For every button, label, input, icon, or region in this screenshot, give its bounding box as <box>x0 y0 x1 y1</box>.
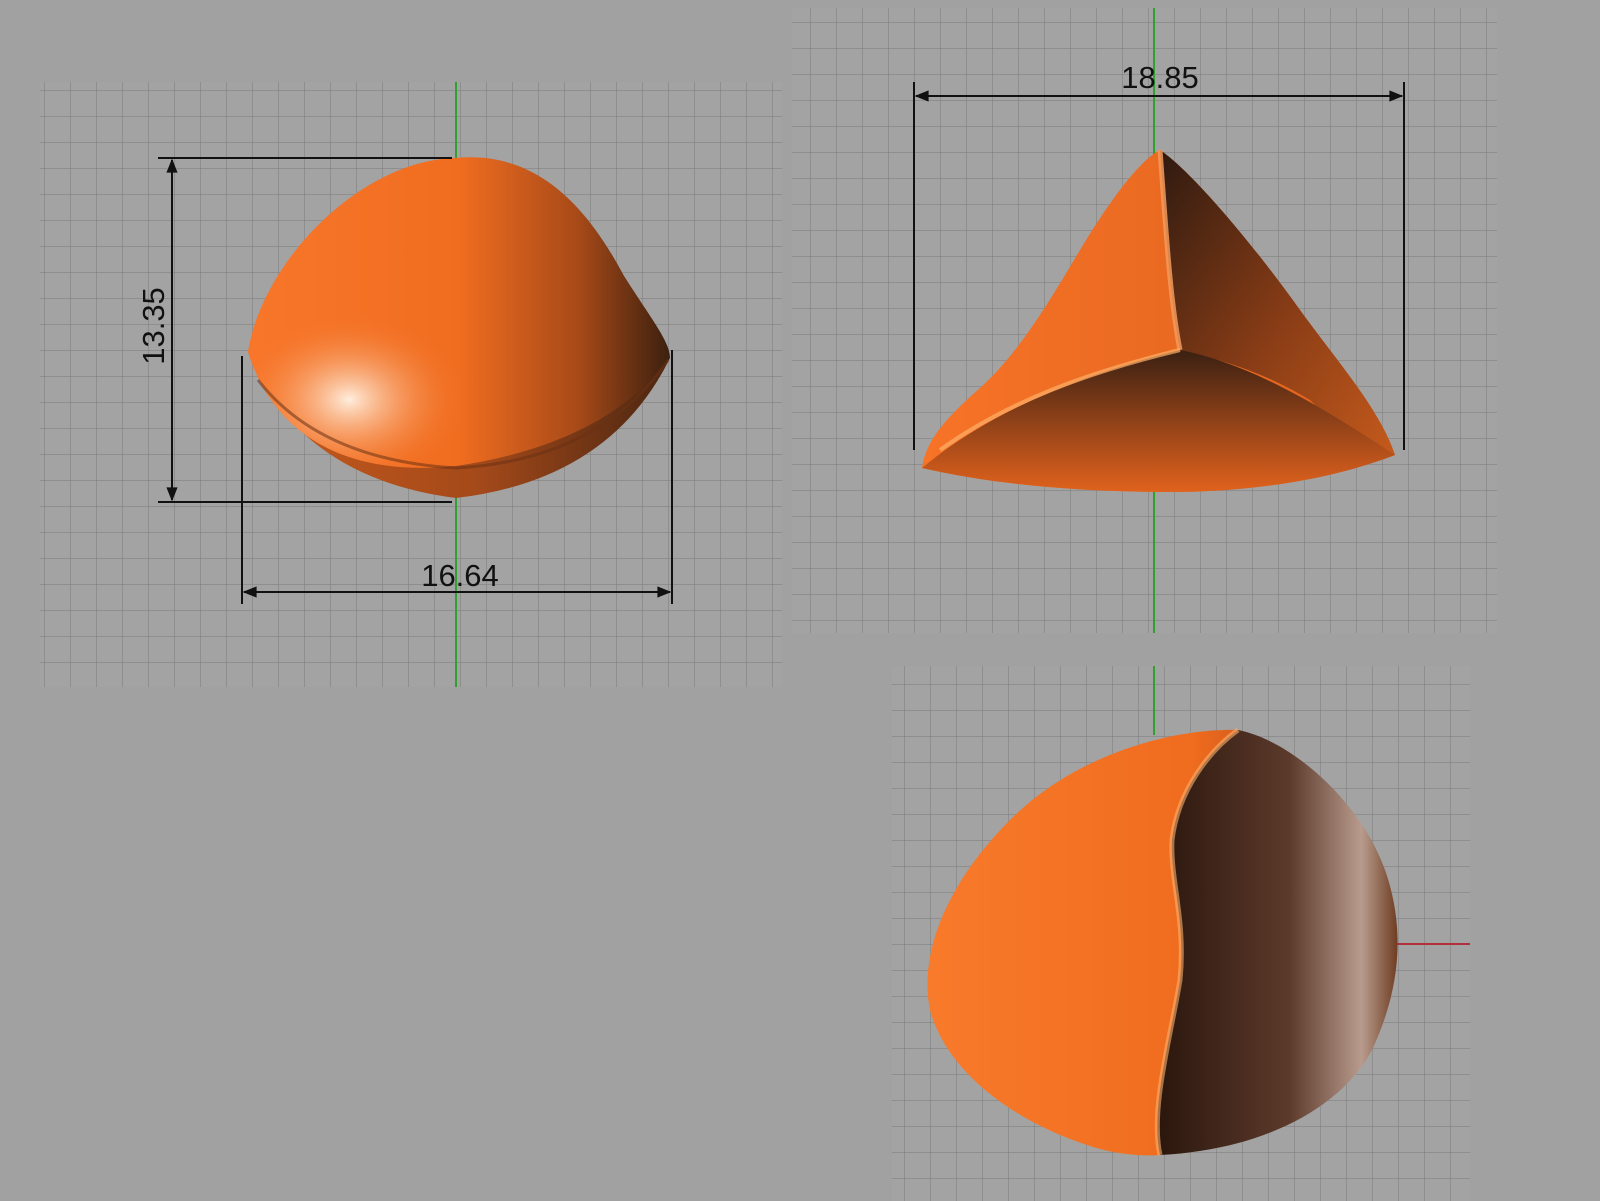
model-right-view <box>927 727 1398 1156</box>
viewport-scene: 13.35 16.64 18.85 <box>136 8 1470 1156</box>
dimension-width-label: 16.64 <box>421 558 499 593</box>
dimension-height-label: 13.35 <box>136 287 171 365</box>
dimension-width-label: 18.85 <box>1121 60 1199 95</box>
right-viewport-content <box>927 666 1470 1156</box>
top-viewport-content: 13.35 16.64 <box>136 82 673 687</box>
model-top-view <box>248 157 670 498</box>
front-viewport-content: 18.85 <box>913 8 1405 633</box>
model-front-view <box>922 149 1395 492</box>
